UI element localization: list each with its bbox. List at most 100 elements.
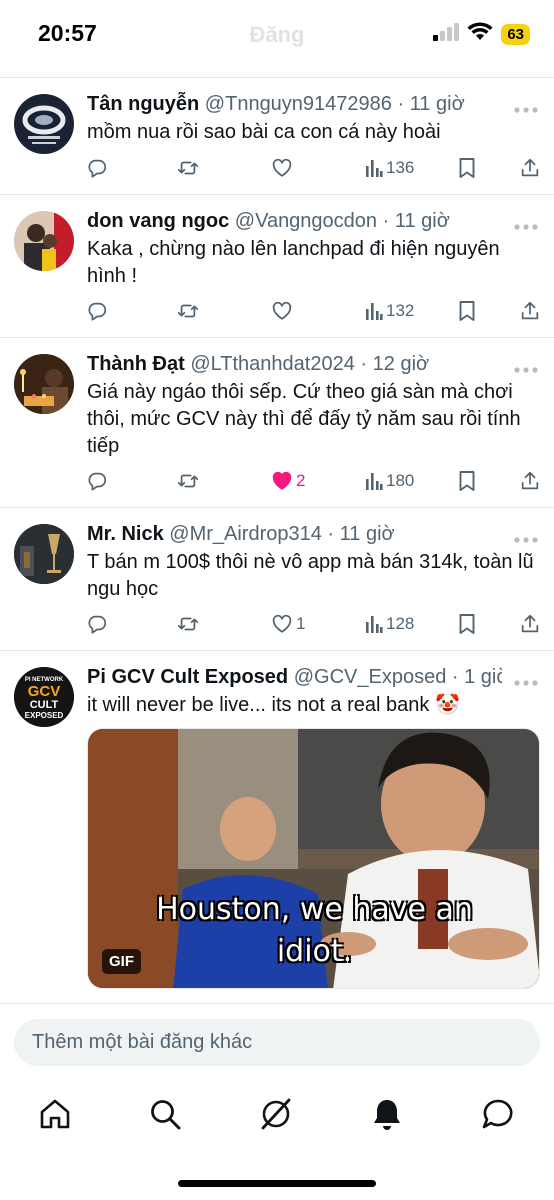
repost-button[interactable] — [177, 611, 199, 637]
bottom-nav — [0, 1083, 554, 1163]
tweet-time: · 11 giờ — [327, 523, 395, 545]
avatar[interactable] — [14, 524, 74, 584]
views-button[interactable]: 136 — [365, 155, 414, 181]
gif-media[interactable]: Houston, we have an idiot. GIF — [87, 728, 540, 989]
view-count: 128 — [386, 614, 415, 633]
bookmark-icon — [457, 613, 477, 635]
share-button[interactable] — [519, 298, 541, 324]
share-icon — [519, 300, 541, 322]
author-handle[interactable]: @Tnnguyn91472986 — [205, 93, 392, 115]
bookmark-button[interactable] — [457, 611, 477, 637]
repost-button[interactable] — [177, 155, 199, 181]
reply-icon — [86, 300, 108, 322]
share-button[interactable] — [519, 611, 541, 637]
reply-button[interactable] — [86, 468, 108, 494]
more-options-icon[interactable] — [514, 101, 538, 113]
more-options-icon[interactable] — [514, 361, 538, 373]
author-name[interactable]: Mr. Nick — [87, 523, 164, 545]
heart-icon — [271, 613, 293, 635]
tweet-actions: 2 180 — [0, 468, 554, 494]
reply-icon — [86, 613, 108, 635]
author-name[interactable]: don vang ngoc — [87, 210, 229, 232]
views-icon — [365, 301, 383, 321]
signal-icon — [433, 23, 460, 46]
share-button[interactable] — [519, 468, 541, 494]
avatar[interactable]: PI NETWORK GCV CULT EXPOSED — [14, 667, 74, 727]
repost-button[interactable] — [177, 298, 199, 324]
repost-icon — [177, 470, 199, 492]
status-indicators: 63 — [433, 22, 530, 47]
reply-input[interactable] — [14, 1019, 540, 1066]
like-button[interactable] — [271, 155, 296, 181]
reply-button[interactable] — [86, 155, 108, 181]
author-handle[interactable]: @GCV_Exposed — [294, 666, 447, 688]
heart-icon — [271, 300, 293, 322]
more-options-icon[interactable] — [514, 218, 538, 230]
tweet-text: Giá này ngáo thôi sếp. Cứ theo giá sàn m… — [87, 381, 521, 457]
share-icon — [519, 470, 541, 492]
tweet-text: T bán m 100$ thôi nè vô app mà bán 314k,… — [87, 551, 534, 600]
wifi-icon — [467, 22, 493, 47]
views-button[interactable]: 132 — [365, 298, 414, 324]
search-icon[interactable] — [147, 1096, 183, 1132]
bookmark-button[interactable] — [457, 155, 477, 181]
author-name[interactable]: Pi GCV Cult Exposed — [87, 666, 288, 688]
home-icon[interactable] — [37, 1096, 73, 1132]
gif-caption: idiot. — [276, 934, 353, 969]
share-button[interactable] — [519, 155, 541, 181]
reply-icon — [86, 157, 108, 179]
tweet-time: · 11 giờ — [397, 93, 465, 115]
author-handle[interactable]: @LTthanhdat2024 — [190, 353, 355, 375]
heart-icon — [271, 157, 293, 179]
gif-badge: GIF — [102, 949, 141, 974]
reply-button[interactable] — [86, 298, 108, 324]
like-button[interactable]: 2 — [271, 468, 305, 494]
like-button[interactable]: 1 — [271, 611, 305, 637]
author-handle[interactable]: @Mr_Airdrop314 — [169, 523, 322, 545]
author-name[interactable]: Tân nguyễn — [87, 93, 199, 115]
avatar[interactable] — [14, 354, 74, 414]
tweet-header: don vang ngoc @Vangngocdon · 11 giờ — [87, 209, 502, 233]
bookmark-button[interactable] — [457, 298, 477, 324]
avatar[interactable] — [14, 94, 74, 154]
views-icon — [365, 614, 383, 634]
grok-icon[interactable] — [258, 1096, 294, 1132]
more-options-icon[interactable] — [514, 531, 538, 543]
author-name[interactable]: Thành Đạt — [87, 353, 185, 375]
repost-icon — [177, 300, 199, 322]
home-indicator — [178, 1180, 376, 1187]
tweet-header: Thành Đạt @LTthanhdat2024 · 12 giờ — [87, 352, 502, 376]
tweet[interactable]: Thành Đạt @LTthanhdat2024 · 12 giờ Giá n… — [0, 338, 554, 507]
tweet-actions: 1 128 — [0, 611, 554, 637]
avatar-logo-line: CULT — [30, 699, 59, 711]
tweet-actions: 132 — [0, 298, 554, 324]
author-handle[interactable]: @Vangngocdon — [235, 210, 377, 232]
bookmark-button[interactable] — [457, 468, 477, 494]
repost-icon — [177, 157, 199, 179]
tweet-time: · 1 giờ — [451, 666, 502, 688]
tweet-text: it will never be live... its not a real … — [87, 694, 460, 716]
avatar[interactable] — [14, 211, 74, 271]
share-icon — [519, 613, 541, 635]
bookmark-icon — [457, 157, 477, 179]
status-bar: Đăng 20:57 63 — [0, 0, 554, 72]
tweet[interactable]: Tân nguyễn @Tnnguyn91472986 · 11 giờ mồm… — [0, 78, 554, 194]
tweet[interactable]: don vang ngoc @Vangngocdon · 11 giờ Kaka… — [0, 195, 554, 337]
messages-icon[interactable] — [480, 1096, 516, 1132]
view-count: 136 — [386, 158, 415, 177]
tweet-actions: 136 — [0, 155, 554, 181]
views-button[interactable]: 128 — [365, 611, 414, 637]
repost-button[interactable] — [177, 468, 199, 494]
more-options-icon[interactable] — [514, 674, 538, 686]
reply-icon — [86, 470, 108, 492]
repost-icon — [177, 613, 199, 635]
views-button[interactable]: 180 — [365, 468, 414, 494]
reply-button[interactable] — [86, 611, 108, 637]
view-count: 180 — [386, 471, 415, 490]
tweet[interactable]: Mr. Nick @Mr_Airdrop314 · 11 giờ T bán m… — [0, 508, 554, 650]
notifications-icon[interactable] — [369, 1096, 405, 1132]
views-icon — [365, 471, 383, 491]
like-button[interactable] — [271, 298, 296, 324]
view-count: 132 — [386, 301, 415, 320]
bookmark-icon — [457, 300, 477, 322]
